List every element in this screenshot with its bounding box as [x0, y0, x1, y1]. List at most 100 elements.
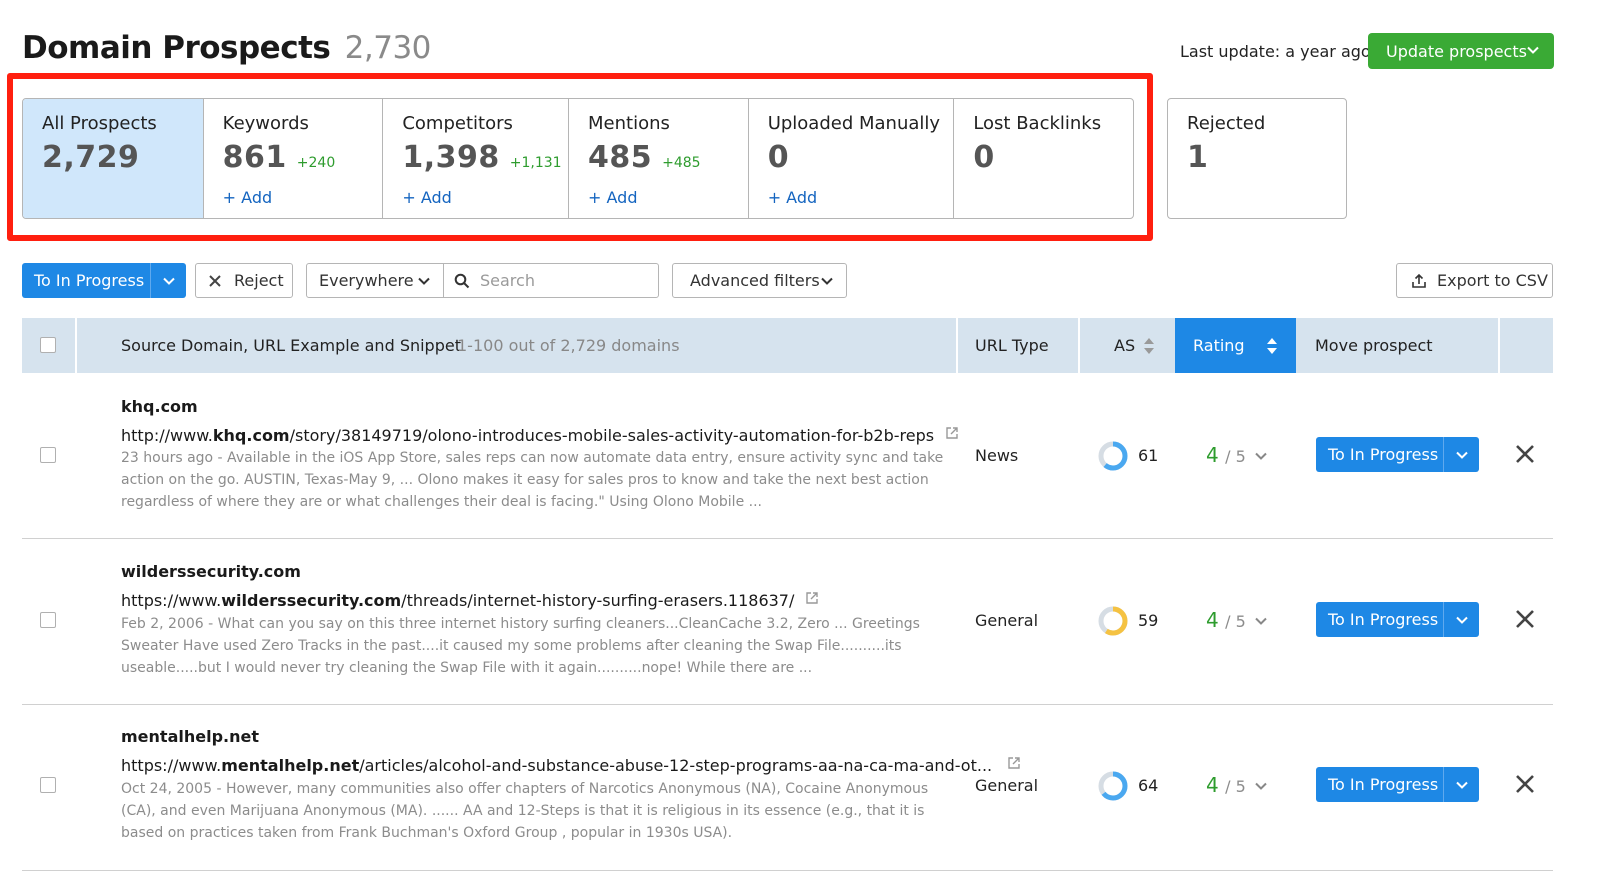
column-divider [1078, 318, 1080, 373]
row-as-value: 64 [1138, 776, 1159, 795]
row-to-in-progress-button[interactable]: To In Progress [1316, 767, 1479, 802]
search-placeholder: Search [480, 271, 535, 290]
update-prospects-button[interactable]: Update prospects [1368, 33, 1554, 69]
row-as-value: 59 [1138, 611, 1159, 630]
table-header: Source Domain, URL Example and Snippet 1… [22, 318, 1553, 373]
tab-mentions[interactable]: Mentions 485 +485 + Add [569, 99, 749, 218]
tab-delta: +1,131 [509, 155, 562, 171]
bulk-to-in-progress-button[interactable]: To In Progress [22, 263, 186, 298]
add-manual-link[interactable]: + Add [768, 188, 817, 207]
row-url-link[interactable]: https://www.mentalhelp.net/articles/alco… [121, 756, 1021, 775]
chevron-down-icon [1455, 451, 1468, 459]
add-keywords-link[interactable]: + Add [223, 188, 272, 207]
chevron-down-icon [418, 277, 430, 285]
chevron-down-icon [1255, 452, 1267, 460]
table-row: mentalhelp.net https://www.mentalhelp.ne… [22, 706, 1553, 871]
scope-select[interactable]: Everywhere [306, 263, 444, 298]
tab-value: 2,729 [42, 140, 140, 175]
tab-value: 861 +240 [222, 140, 336, 175]
tab-delta: +240 [296, 155, 336, 171]
row-url-type: General [975, 776, 1039, 795]
tab-lost-backlinks[interactable]: Lost Backlinks 0 [954, 99, 1133, 218]
chevron-down-icon [821, 277, 833, 285]
tab-label: Competitors [402, 113, 513, 134]
prospect-count: 2,730 [344, 30, 432, 66]
add-mentions-link[interactable]: + Add [588, 188, 637, 207]
add-competitors-link[interactable]: + Add [402, 188, 451, 207]
tab-competitors[interactable]: Competitors 1,398 +1,131 + Add [383, 99, 570, 218]
chevron-down-icon [162, 277, 175, 285]
bulk-to-in-progress-label: To In Progress [34, 271, 145, 290]
export-csv-button[interactable]: Export to CSV [1396, 263, 1553, 298]
row-reject-icon[interactable] [1515, 438, 1535, 471]
page-title: Domain Prospects 2,730 [22, 30, 431, 66]
tab-delta: +485 [662, 155, 701, 171]
col-as-sort[interactable]: AS [1114, 318, 1155, 373]
external-link-icon[interactable] [805, 591, 819, 605]
tab-all-prospects[interactable]: All Prospects 2,729 [23, 99, 204, 218]
row-checkbox[interactable] [40, 777, 56, 793]
last-update-text: Last update: a year ago [1180, 42, 1371, 61]
tab-uploaded-manually[interactable]: Uploaded Manually 0 + Add [749, 99, 955, 218]
row-as-value: 61 [1138, 446, 1159, 465]
col-as-label: AS [1114, 336, 1136, 355]
row-checkbox[interactable] [40, 612, 56, 628]
table-row: khq.com http://www.khq.com/story/3814971… [22, 374, 1553, 539]
tab-rejected[interactable]: Rejected 1 [1167, 98, 1347, 219]
column-divider [1498, 318, 1500, 373]
result-range: 1-100 out of 2,729 domains [457, 336, 680, 355]
row-action-dropdown[interactable] [1443, 437, 1479, 472]
authority-score-ring [1098, 606, 1128, 636]
external-link-icon[interactable] [945, 426, 959, 440]
tab-label: Uploaded Manually [767, 113, 941, 134]
reject-button[interactable]: Reject [195, 263, 293, 298]
tab-value: 1,398 +1,131 [402, 140, 562, 175]
chevron-down-icon [1455, 616, 1468, 624]
scope-value: Everywhere [319, 271, 414, 290]
chevron-down-icon [1455, 781, 1468, 789]
row-snippet: 23 hours ago - Available in the iOS App … [121, 450, 944, 510]
tab-keywords[interactable]: Keywords 861 +240 + Add [204, 99, 384, 218]
chevron-down-icon [1255, 617, 1267, 625]
row-snippet: Oct 24, 2005 - However, many communities… [121, 781, 929, 841]
tab-label: Mentions [588, 113, 670, 134]
row-rating[interactable]: 4 / 5 [1206, 773, 1268, 797]
reject-label: Reject [234, 271, 284, 290]
close-icon [1516, 775, 1534, 793]
authority-score-ring [1098, 441, 1128, 471]
select-all-checkbox[interactable] [40, 337, 56, 353]
row-domain: wilderssecurity.com [121, 562, 301, 581]
search-input[interactable]: Search [443, 263, 659, 298]
row-url-link[interactable]: http://www.khq.com/story/38149719/olono-… [121, 426, 959, 445]
update-prospects-label: Update prospects [1386, 41, 1527, 61]
column-divider [956, 318, 958, 373]
row-reject-icon[interactable] [1515, 768, 1535, 801]
advanced-filters-button[interactable]: Advanced filters [672, 263, 847, 298]
tab-label: Lost Backlinks [973, 113, 1102, 134]
row-domain: khq.com [121, 397, 198, 416]
close-icon [1516, 445, 1534, 463]
tab-value: 0 [973, 140, 995, 175]
upload-icon [1412, 273, 1426, 288]
row-reject-icon[interactable] [1515, 603, 1535, 636]
col-source: Source Domain, URL Example and Snippet [121, 336, 461, 355]
bulk-action-dropdown[interactable] [150, 263, 186, 298]
advanced-filters-label: Advanced filters [690, 271, 820, 290]
sort-icon [1267, 337, 1277, 354]
row-rating[interactable]: 4 / 5 [1206, 608, 1268, 632]
external-link-icon[interactable] [1007, 756, 1021, 770]
col-rating-label: Rating [1193, 336, 1245, 355]
export-csv-label: Export to CSV [1437, 271, 1548, 290]
col-move-prospect: Move prospect [1315, 336, 1433, 355]
row-url-link[interactable]: https://www.wilderssecurity.com/threads/… [121, 591, 819, 610]
row-to-in-progress-button[interactable]: To In Progress [1316, 437, 1479, 472]
chevron-down-icon [1255, 782, 1267, 790]
row-action-dropdown[interactable] [1443, 767, 1479, 802]
row-rating[interactable]: 4 / 5 [1206, 443, 1268, 467]
col-rating-sort[interactable]: Rating [1175, 318, 1296, 373]
row-checkbox[interactable] [40, 447, 56, 463]
tab-value: 0 [767, 140, 790, 175]
row-to-in-progress-button[interactable]: To In Progress [1316, 602, 1479, 637]
tab-value: 485 +485 [588, 140, 701, 175]
row-action-dropdown[interactable] [1443, 602, 1479, 637]
